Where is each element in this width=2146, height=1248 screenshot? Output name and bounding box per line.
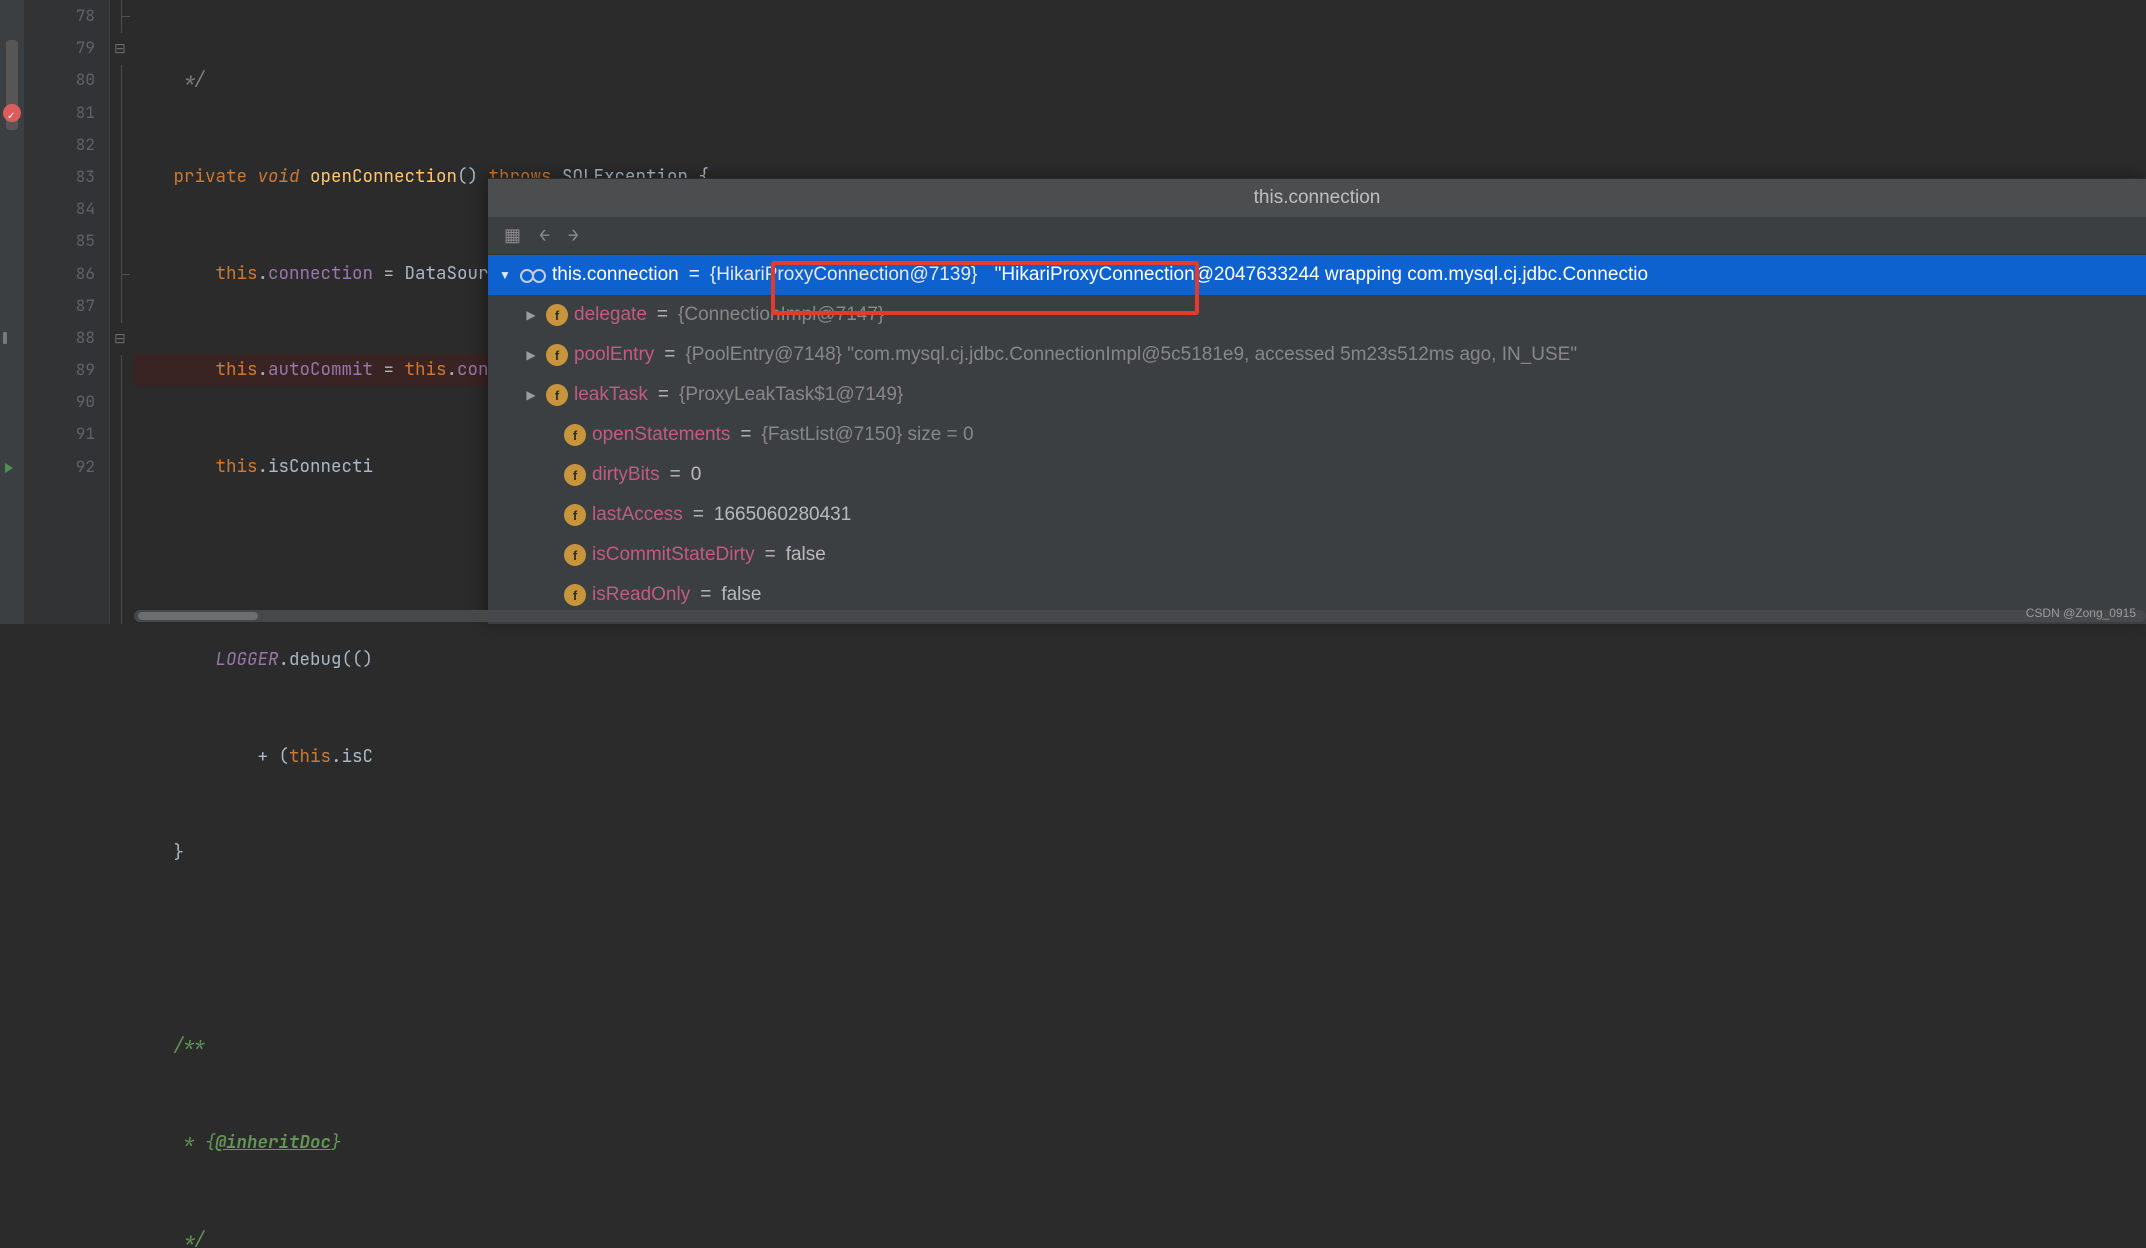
line-number[interactable]: 79 (25, 32, 95, 64)
fold-end-icon[interactable] (110, 0, 134, 32)
javadoc-tag: @inheritDoc (216, 1131, 332, 1154)
line-number[interactable]: 83 (25, 161, 95, 193)
var-value: {ProxyLeakTask$1@7149} (679, 384, 903, 406)
field: connection (268, 262, 373, 285)
var-value: false (786, 544, 826, 566)
expand-toggle-icon[interactable]: ▶ (522, 308, 540, 322)
field-icon: f (564, 424, 586, 446)
keyword-this: this (289, 745, 331, 768)
var-value: 1665060280431 (714, 504, 851, 526)
field-icon: f (564, 584, 586, 606)
line-number[interactable]: 80 (25, 64, 95, 96)
tree-row[interactable]: ▶ f leakTask = {ProxyLeakTask$1@7149} (488, 375, 2146, 415)
line-number[interactable]: 86 (25, 258, 95, 290)
watch-glasses-icon (520, 265, 546, 285)
fold-end-icon[interactable] (110, 258, 134, 290)
var-value: {PoolEntry@7148} "com.mysql.cj.jdbc.Conn… (685, 344, 1577, 366)
line-number[interactable]: 91 (25, 418, 95, 450)
tree-root-row[interactable]: ▼ this.connection = {HikariProxyConnecti… (488, 255, 2146, 295)
fold-open-icon[interactable] (110, 32, 134, 64)
var-name: leakTask (574, 384, 648, 406)
method-call: debug (289, 648, 342, 671)
nav-forward-icon[interactable]: → (568, 224, 579, 247)
var-value: {HikariProxyConnection@7139} (710, 264, 978, 286)
line-number[interactable]: 84 (25, 193, 95, 225)
line-number[interactable]: 82 (25, 129, 95, 161)
line-gutter: 78 79 80 81 82 83 84 85 86 87 88 89 90 9… (25, 0, 110, 624)
javadoc: /** (174, 1034, 206, 1057)
method-name: openConnection (310, 165, 457, 188)
var-value: {FastList@7150} size = 0 (761, 424, 973, 446)
javadoc: */ (174, 1228, 206, 1248)
var-value: 0 (691, 464, 702, 486)
line-number[interactable]: 78 (25, 0, 95, 32)
line-number[interactable]: 87 (25, 290, 95, 322)
line-number[interactable]: 89 (25, 354, 95, 386)
tree-row[interactable]: f isReadOnly = false (488, 575, 2146, 615)
var-name: lastAccess (592, 504, 683, 526)
field-icon: f (546, 304, 568, 326)
nav-back-icon[interactable]: ← (539, 224, 550, 247)
tree-row[interactable]: f lastAccess = 1665060280431 (488, 495, 2146, 535)
keyword: private (174, 165, 248, 188)
tree-row[interactable]: f isCommitStateDirty = false (488, 535, 2146, 575)
var-value: {ConnectionImpl@7147} (678, 304, 884, 326)
var-name: isReadOnly (592, 584, 690, 606)
var-name: isCommitStateDirty (592, 544, 755, 566)
variables-tree[interactable]: ▼ this.connection = {HikariProxyConnecti… (488, 255, 2146, 615)
scrollbar-thumb[interactable] (138, 612, 258, 620)
keyword-this: this (216, 262, 258, 285)
var-name: this.connection (552, 264, 679, 286)
expand-toggle-icon[interactable]: ▶ (522, 388, 540, 402)
brace: } (174, 841, 185, 864)
field-partial: isC (342, 745, 374, 768)
keyword-this: this (216, 455, 258, 478)
var-name: delegate (574, 304, 647, 326)
field-icon: f (546, 344, 568, 366)
line-number[interactable]: 85 (25, 225, 95, 257)
var-name: poolEntry (574, 344, 654, 366)
horizontal-scrollbar[interactable] (134, 610, 2146, 622)
watermark-text: CSDN @Zong_0915 (2026, 606, 2136, 620)
field-icon: f (564, 464, 586, 486)
tree-row[interactable]: ▶ f delegate = {ConnectionImpl@7147} (488, 295, 2146, 335)
tree-row[interactable]: f dirtyBits = 0 (488, 455, 2146, 495)
field-partial: isConnecti (268, 455, 373, 478)
fold-column (110, 0, 134, 624)
expand-toggle-icon[interactable]: ▶ (522, 348, 540, 362)
line-number[interactable]: 90 (25, 386, 95, 418)
field-icon: f (546, 384, 568, 406)
tree-row[interactable]: f openStatements = {FastList@7150} size … (488, 415, 2146, 455)
comment-text: */ (142, 68, 205, 91)
var-name: dirtyBits (592, 464, 660, 486)
field-icon: f (564, 544, 586, 566)
tree-row[interactable]: ▶ f poolEntry = {PoolEntry@7148} "com.my… (488, 335, 2146, 375)
expand-toggle-icon[interactable]: ▼ (496, 268, 514, 282)
debug-evaluate-popup: this.connection ▦ ← → ▼ this.connection … (488, 178, 2146, 624)
popup-title: this.connection (488, 179, 2146, 217)
tree-view-icon[interactable]: ▦ (504, 224, 521, 247)
popup-toolbar: ▦ ← → (488, 217, 2146, 255)
keyword: void (258, 165, 300, 188)
javadoc: * (174, 1131, 206, 1154)
var-name: openStatements (592, 424, 730, 446)
static-field: LOGGER (216, 648, 279, 671)
var-value: false (721, 584, 761, 606)
line-number[interactable]: 92 (25, 451, 95, 483)
field-icon: f (564, 504, 586, 526)
breakpoint-line[interactable]: 81 (25, 97, 95, 129)
var-tostring: "HikariProxyConnection@2047633244 wrappi… (995, 264, 1648, 286)
left-scrollbar[interactable] (0, 0, 25, 624)
fold-open-icon[interactable] (110, 322, 134, 354)
line-number[interactable]: 88 (25, 322, 95, 354)
